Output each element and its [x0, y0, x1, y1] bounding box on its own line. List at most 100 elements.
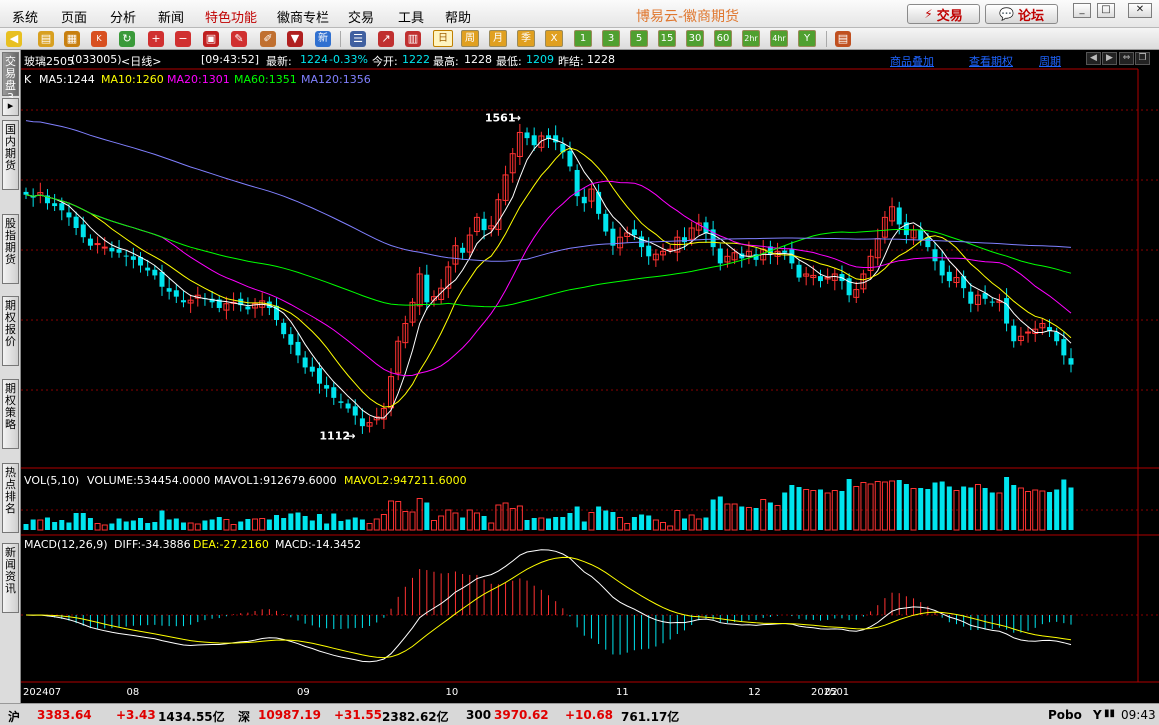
- candle-body-down: [87, 238, 93, 246]
- volume-bar-down: [159, 510, 165, 530]
- volume-bar-down: [109, 523, 115, 530]
- bar-chart-icon[interactable]: ▥: [405, 31, 421, 47]
- volume-bar-up: [473, 512, 480, 531]
- volume-bar-down: [603, 510, 609, 530]
- volume-bar-down: [610, 512, 616, 530]
- volume-bar-down: [123, 521, 129, 530]
- volume-bar-up: [502, 502, 509, 531]
- candle-body-down: [989, 301, 995, 303]
- volume-bar-up: [774, 505, 781, 531]
- period-5min[interactable]: 5: [630, 30, 648, 47]
- legend-ma20: MA20:1301: [167, 73, 230, 86]
- volume-bar-down: [331, 513, 337, 530]
- zoom-out-icon[interactable]: −: [175, 31, 191, 47]
- sidebar-tab-domestic-futures[interactable]: 国内期货: [2, 120, 19, 190]
- annotation-high-arrow: →: [512, 112, 521, 125]
- volume-bar-down: [961, 486, 967, 530]
- folder-icon[interactable]: ▤: [38, 31, 54, 47]
- volume-bar-down: [274, 515, 280, 530]
- menu-analysis[interactable]: 分析: [110, 7, 136, 26]
- sidebar-tab-option-quotes[interactable]: 期权报价: [2, 296, 19, 366]
- volume-bar-up: [509, 508, 516, 531]
- chat-bubble-icon: 💬: [999, 7, 1014, 21]
- period-year[interactable]: Y: [798, 30, 816, 47]
- volume-bar-down: [302, 516, 308, 530]
- menu-system[interactable]: 系统: [12, 7, 38, 26]
- sidebar-tab-trading[interactable]: 交易盘3: [2, 52, 19, 104]
- sidebar-tab-hot-rank[interactable]: 热点排名: [2, 463, 19, 533]
- pen-icon[interactable]: ✎: [231, 31, 247, 47]
- forum-button[interactable]: 💬 论坛: [985, 4, 1058, 24]
- macd-dea: DEA:-27.2160: [193, 538, 269, 551]
- window-icon[interactable]: ▣: [203, 31, 219, 47]
- volume-bar-down: [932, 482, 938, 530]
- forum-button-label: 论坛: [1017, 8, 1044, 24]
- sz-index-change: +31.55: [334, 708, 383, 722]
- candle-body-down: [631, 229, 637, 236]
- volume-bar-up: [867, 483, 874, 531]
- period-15min[interactable]: 15: [658, 30, 676, 47]
- new-icon[interactable]: 新: [315, 31, 331, 47]
- zoom-in-icon[interactable]: +: [148, 31, 164, 47]
- hs300-change: +10.68: [565, 708, 614, 722]
- period-30min[interactable]: 30: [686, 30, 704, 47]
- legend-ma10: MA10:1260: [101, 73, 164, 86]
- period-week[interactable]: 周: [461, 30, 479, 47]
- menu-tools[interactable]: 工具: [398, 7, 424, 26]
- hs300-amount: 761.17亿: [621, 710, 680, 724]
- legend-ma5: MA5:1244: [39, 73, 95, 86]
- minimize-button[interactable]: _: [1073, 3, 1091, 18]
- list-icon[interactable]: ☰: [350, 31, 366, 47]
- period-3min[interactable]: 3: [602, 30, 620, 47]
- sidebar-collapse-arrow-icon[interactable]: ▸: [2, 98, 19, 116]
- menu-column[interactable]: 徽商专栏: [277, 7, 329, 26]
- menu-news[interactable]: 新闻: [158, 7, 184, 26]
- sidebar-tab-index-futures[interactable]: 股指期货: [2, 214, 19, 284]
- stack-icon[interactable]: ▦: [64, 31, 80, 47]
- tick-chart-icon[interactable]: K: [91, 31, 107, 47]
- candle-body-down: [309, 366, 315, 372]
- sidebar-tab-option-strategy[interactable]: 期权策略: [2, 379, 19, 449]
- volume-bar-down: [524, 520, 530, 530]
- period-4hr[interactable]: 4hr: [770, 30, 788, 47]
- candle-body-down: [961, 276, 967, 289]
- volume-bar-up: [760, 499, 767, 531]
- line-chart-icon[interactable]: ↗: [378, 31, 394, 47]
- period-2hr[interactable]: 2hr: [742, 30, 760, 47]
- vol-title: VOL(5,10): [24, 474, 79, 487]
- menu-features[interactable]: 特色功能: [205, 7, 257, 26]
- volume-bar-up: [466, 509, 473, 531]
- candle-body-down: [717, 248, 723, 264]
- menu-page[interactable]: 页面: [61, 7, 87, 26]
- period-quarter[interactable]: 季: [517, 30, 535, 47]
- refresh-icon[interactable]: ↻: [119, 31, 135, 47]
- volume-bar-down: [138, 518, 144, 530]
- candle-body-down: [316, 368, 322, 384]
- trade-button[interactable]: ⚡ 交易: [907, 4, 980, 24]
- toolbar: ◀ ▤ ▦ K ↻ + − ▣ ✎ ✐ ▼ 新 ☰ ↗ ▥ 日 周 月 季 X …: [0, 28, 1159, 50]
- period-x[interactable]: X: [545, 30, 563, 47]
- sidebar-tab-news[interactable]: 新闻资讯: [2, 543, 19, 613]
- volume-bar-up: [230, 524, 237, 531]
- layout-icon[interactable]: ▤: [835, 31, 851, 47]
- candle-body-down: [59, 203, 65, 211]
- period-1min[interactable]: 1: [574, 30, 592, 47]
- volume-bar-down: [739, 506, 745, 530]
- candle-body-down: [939, 260, 945, 276]
- back-arrow-icon[interactable]: ◀: [6, 31, 22, 47]
- candle-body-down: [116, 249, 122, 253]
- menu-help[interactable]: 帮助: [445, 7, 471, 26]
- volume-bar-down: [753, 508, 759, 530]
- maximize-button[interactable]: □: [1097, 3, 1115, 18]
- volume-bar-up: [889, 480, 896, 531]
- draw-tool-icon[interactable]: ✐: [260, 31, 276, 47]
- volume-bar-up: [194, 523, 201, 531]
- volume-bar-up: [488, 522, 495, 531]
- period-month[interactable]: 月: [489, 30, 507, 47]
- vol-volume: VOLUME:534454.0000: [87, 474, 210, 487]
- filter-icon[interactable]: ▼: [287, 31, 303, 47]
- period-day[interactable]: 日: [433, 30, 453, 47]
- close-button[interactable]: ✕: [1128, 3, 1152, 18]
- menu-trade[interactable]: 交易: [348, 7, 374, 26]
- period-60min[interactable]: 60: [714, 30, 732, 47]
